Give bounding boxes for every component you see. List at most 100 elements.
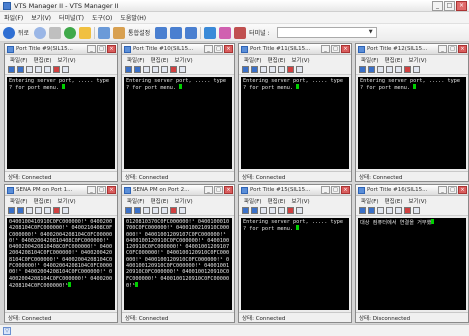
close-button[interactable]: × [224, 45, 233, 53]
connect-icon[interactable] [17, 66, 24, 73]
maximize-button[interactable]: □ [331, 186, 340, 194]
minimize-button[interactable]: _ [87, 45, 96, 53]
disconnect-icon[interactable] [234, 26, 247, 39]
terminal-window[interactable]: Port Title #11(SIL15... _ □ × 파일(F) 편집(E… [238, 43, 352, 182]
tile-horizontal-icon[interactable] [155, 26, 168, 39]
save-icon[interactable] [125, 207, 132, 214]
home-icon[interactable] [79, 26, 92, 39]
menu-view[interactable]: 보기(V) [408, 197, 426, 205]
terminal-window[interactable]: Port Title #10(SIL15... _ □ × 파일(F) 편집(E… [121, 43, 235, 182]
connect-icon[interactable] [368, 207, 375, 214]
settings-label[interactable]: 통합설정 [128, 28, 150, 37]
menu-edit[interactable]: 편집(E) [385, 56, 403, 64]
terminal-window[interactable]: Port Title #16(SIL15... _ □ × 파일(F) 편집(E… [355, 184, 469, 323]
save-icon[interactable] [125, 66, 132, 73]
menu-view[interactable]: 보기(V) [174, 197, 192, 205]
print-icon[interactable] [278, 207, 285, 214]
terminal-window[interactable]: Port Title #12(SIL15... _ □ × 파일(F) 편집(E… [355, 43, 469, 182]
save-icon[interactable] [242, 66, 249, 73]
cascade-icon[interactable] [185, 26, 198, 39]
copy-icon[interactable] [260, 207, 267, 214]
connect-icon[interactable] [17, 207, 24, 214]
filter-icon[interactable]: ▽ [3, 326, 11, 335]
tool-icon[interactable] [204, 26, 217, 39]
log-icon[interactable] [62, 66, 69, 73]
close-button[interactable]: × [107, 45, 116, 53]
menu-edit[interactable]: 편집(E) [268, 56, 286, 64]
terminal-screen[interactable]: Entering server port, ..... type ? for p… [241, 218, 349, 310]
maximize-button[interactable]: □ [331, 45, 340, 53]
print-icon[interactable] [278, 66, 285, 73]
maximize-button[interactable]: □ [214, 186, 223, 194]
chevron-down-icon[interactable]: ▼ [367, 29, 375, 36]
maximize-button[interactable]: □ [448, 186, 457, 194]
terminal-screen[interactable]: 0120810370C0FC000000!¹ 0400100010700C0FC… [124, 218, 232, 310]
stop-icon[interactable] [170, 207, 177, 214]
copy-icon[interactable] [377, 66, 384, 73]
back-label[interactable]: 뒤로 [18, 28, 29, 37]
stop-icon[interactable] [404, 207, 411, 214]
minimize-button[interactable]: _ [432, 1, 443, 11]
minimize-button[interactable]: _ [321, 186, 330, 194]
terminal-screen[interactable]: Entering server port, ..... type ? for p… [7, 77, 115, 169]
menu-view[interactable]: 보기(V) [291, 56, 309, 64]
minimize-button[interactable]: _ [321, 45, 330, 53]
menu-view[interactable]: 보기(V) [291, 197, 309, 205]
log-icon[interactable] [62, 207, 69, 214]
minimize-button[interactable]: _ [204, 45, 213, 53]
connect-icon[interactable] [251, 207, 258, 214]
log-icon[interactable] [296, 66, 303, 73]
copy-icon[interactable] [26, 207, 33, 214]
menu-view[interactable]: 보기(V) [174, 56, 192, 64]
log-icon[interactable] [179, 66, 186, 73]
connect-icon[interactable] [368, 66, 375, 73]
print-icon[interactable] [161, 66, 168, 73]
stop-icon[interactable] [170, 66, 177, 73]
print-icon[interactable] [395, 207, 402, 214]
paste-icon[interactable] [152, 207, 159, 214]
connect-icon[interactable] [134, 66, 141, 73]
terminal-window[interactable]: SENA PM on Port 2... _ □ × 파일(F) 편집(E) 보… [121, 184, 235, 323]
connect-icon[interactable] [98, 26, 111, 39]
close-button[interactable]: × [224, 186, 233, 194]
stop-icon[interactable] [287, 207, 294, 214]
terminal-window-titlebar[interactable]: Port Title #15(SIL15... _ □ × [239, 185, 351, 196]
refresh-icon[interactable] [64, 26, 77, 39]
stop-icon[interactable] [287, 66, 294, 73]
connect-icon[interactable] [134, 207, 141, 214]
log-icon[interactable] [296, 207, 303, 214]
log-icon[interactable] [179, 207, 186, 214]
back-icon[interactable] [3, 26, 15, 39]
minimize-button[interactable]: _ [204, 186, 213, 194]
maximize-button[interactable]: □ [97, 186, 106, 194]
print-icon[interactable] [44, 66, 51, 73]
stop-icon[interactable] [53, 66, 60, 73]
menu-file[interactable]: 파일(F) [10, 56, 28, 64]
save-icon[interactable] [242, 207, 249, 214]
copy-icon[interactable] [143, 207, 150, 214]
paste-icon[interactable] [386, 66, 393, 73]
menu-view[interactable]: 보기(V) [57, 56, 75, 64]
edit-icon[interactable] [113, 26, 126, 39]
log-icon[interactable] [413, 207, 420, 214]
menu-edit[interactable]: 편집(E) [385, 197, 403, 205]
log-icon[interactable] [413, 66, 420, 73]
stop-icon[interactable] [53, 207, 60, 214]
menu-file[interactable]: 파일(F) [4, 13, 23, 22]
terminal-screen[interactable]: Entering server port, ..... type ? for p… [124, 77, 232, 169]
print-icon[interactable] [161, 207, 168, 214]
close-button[interactable]: × [341, 45, 350, 53]
save-icon[interactable] [8, 66, 15, 73]
copy-icon[interactable] [143, 66, 150, 73]
menu-file[interactable]: 파일(F) [361, 197, 379, 205]
terminal-window-titlebar[interactable]: Port Title #12(SIL15... _ □ × [356, 44, 468, 55]
minimize-button[interactable]: _ [87, 186, 96, 194]
menu-file[interactable]: 파일(F) [10, 197, 28, 205]
close-button[interactable]: × [341, 186, 350, 194]
copy-icon[interactable] [260, 66, 267, 73]
maximize-button[interactable]: □ [444, 1, 455, 11]
menu-file[interactable]: 파일(F) [127, 56, 145, 64]
print-icon[interactable] [395, 66, 402, 73]
stop-icon[interactable] [49, 26, 62, 39]
paste-icon[interactable] [35, 207, 42, 214]
